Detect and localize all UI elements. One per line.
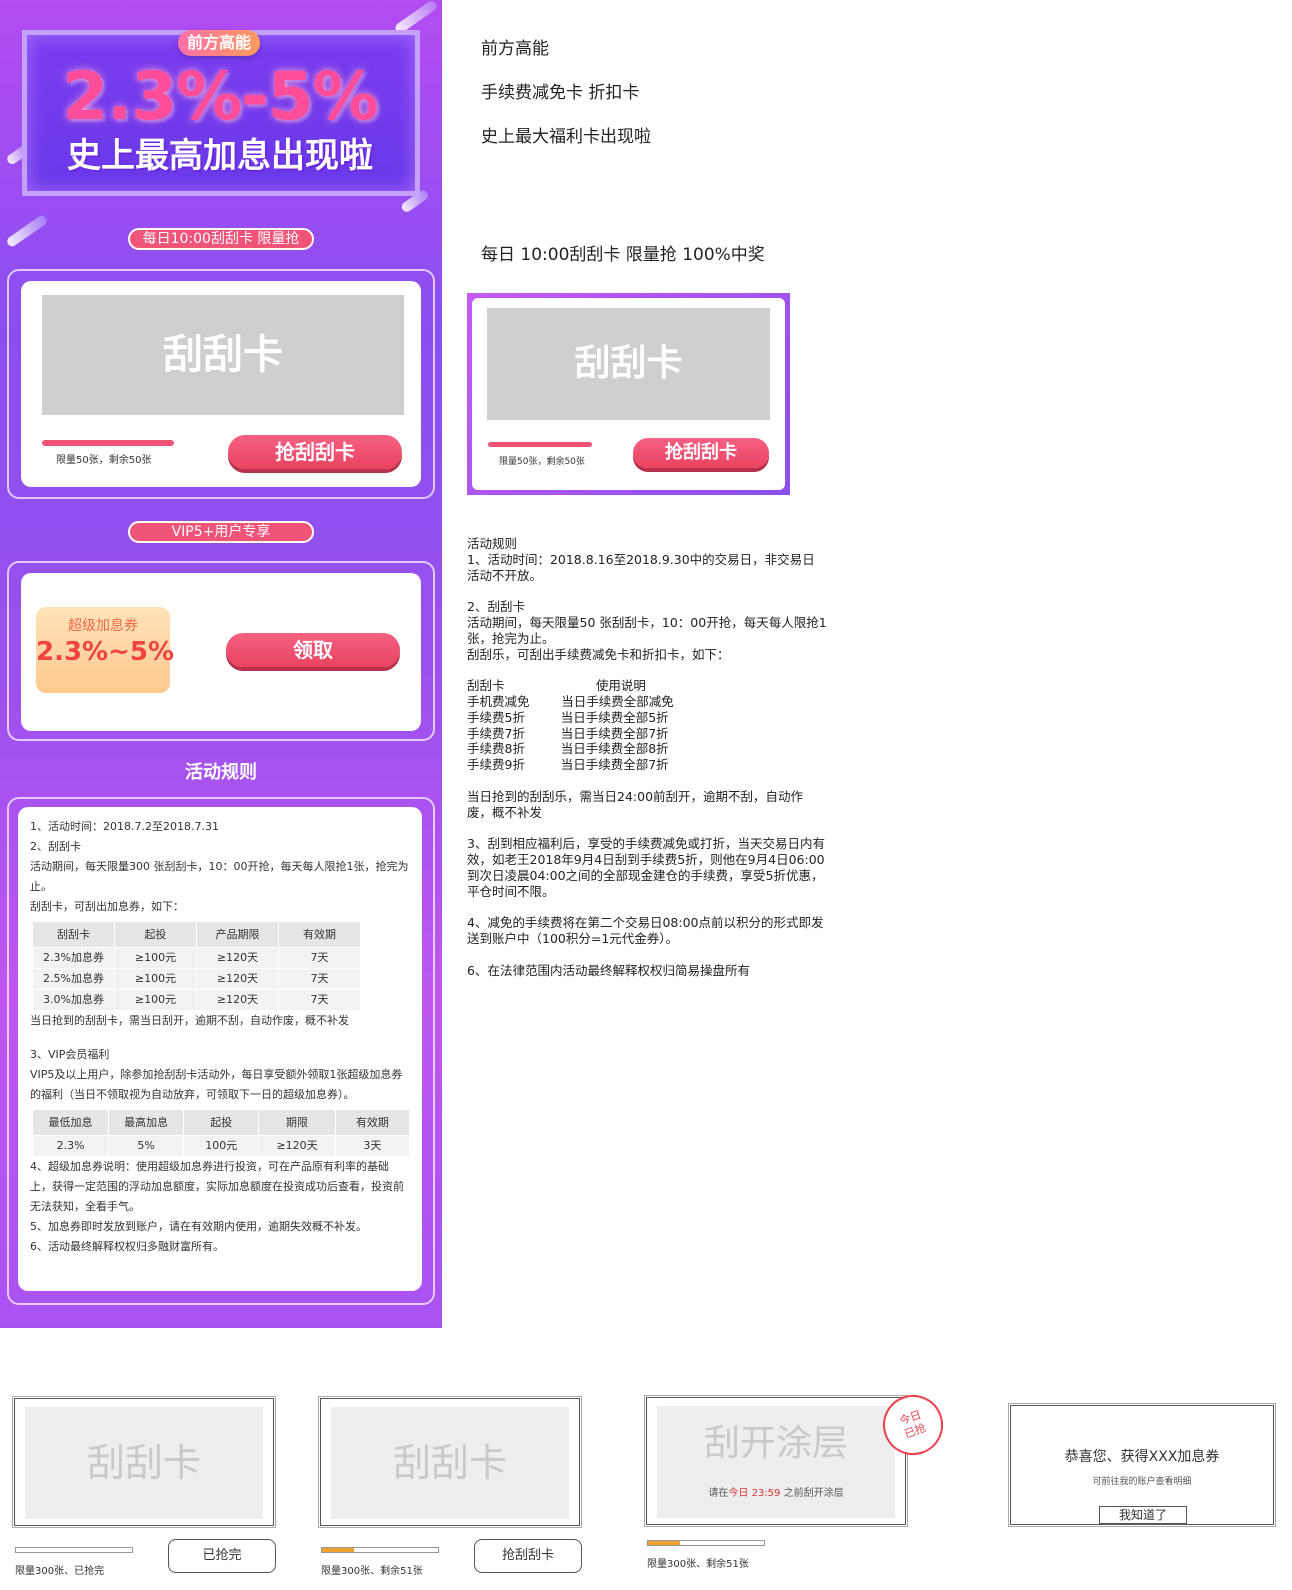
quota-text: 限量50张，剩余50张	[56, 455, 152, 466]
note-line: 手续费减免卡 折扣卡	[481, 83, 640, 103]
table-cell: 2.3%加息券	[32, 947, 115, 969]
coupon-label: 超级加息券	[68, 618, 138, 634]
quota-progress	[15, 1547, 133, 1553]
dialog-subtitle: 可前往我的账户查看明细	[1092, 1477, 1192, 1487]
grab-card-button[interactable]: 抢刮刮卡	[633, 438, 769, 468]
quota-text: 限量300张、已抢完	[15, 1566, 105, 1577]
rules-box: 1、活动时间：2018.7.2至2018.7.31 2、刮刮卡 活动期间，每天限…	[18, 807, 422, 1291]
hint-post: 之前刮开涂层	[783, 1488, 844, 1499]
table-header: 有效期	[278, 921, 361, 948]
grab-card-button[interactable]: 抢刮刮卡	[474, 1539, 582, 1573]
table-cell: 3天	[334, 1135, 411, 1157]
progress-fill	[322, 1548, 355, 1552]
hint-time: 23:59	[748, 1488, 784, 1499]
hint-pre: 请在	[708, 1488, 729, 1499]
quota-progress	[647, 1540, 765, 1546]
hero-badge: 前方高能	[178, 30, 260, 56]
quota-text: 限量300张、剩余51张	[647, 1559, 749, 1570]
quota-progress	[488, 442, 592, 447]
table-cell: 2.5%加息券	[32, 968, 115, 990]
table-cell: ≥120天	[258, 1135, 336, 1157]
dialog-title: 恭喜您、获得XXX加息券	[1064, 1449, 1220, 1465]
note-line: 史上最大福利卡出现啦	[481, 127, 651, 147]
rule-line: 6、活动最终解释权权归多融财富所有。	[30, 1240, 224, 1253]
scratch-area[interactable]: 刮刮卡	[487, 308, 770, 420]
wireframe-card-soldout: 刮刮卡	[14, 1398, 274, 1526]
claim-button[interactable]: 领取	[226, 633, 400, 667]
card-inner: 刮刮卡 限量50张，剩余50张 抢刮刮卡	[472, 298, 785, 490]
table-header: 最高加息	[108, 1109, 185, 1136]
super-coupon: 超级加息券 2.3%~5%	[36, 607, 175, 693]
rule-line: VIP5及以上用户，除参加抢刮刮卡活动外，每日享受额外领取1张超级加息券的福利（…	[30, 1068, 403, 1101]
rule-line: 当日抢到的刮刮卡，需当日刮开，逾期不刮，自动作废，概不补发	[30, 1014, 349, 1027]
scratch-area: 刮刮卡	[25, 1407, 263, 1519]
table-header: 刮刮卡	[32, 921, 115, 948]
promo-page: 前方高能 2.3%-5% 史上最高加息出现啦 每日10:00刮刮卡 限量抢 刮刮…	[0, 0, 442, 1328]
table-header: 起投	[114, 921, 197, 948]
hint-today: 今日	[728, 1488, 749, 1499]
table-cell: 5%	[108, 1135, 185, 1157]
wireframe-card-available: 刮刮卡	[320, 1398, 580, 1526]
quota-text: 限量300张、剩余51张	[321, 1566, 423, 1577]
note-line: 每日 10:00刮刮卡 限量抢 100%中奖	[481, 245, 765, 265]
quota-progress	[321, 1547, 439, 1553]
hero-subtitle: 史上最高加息出现啦	[67, 136, 373, 176]
coupon-value: 2.3%~5%	[36, 637, 175, 667]
progress-fill	[648, 1541, 681, 1545]
table-header: 有效期	[334, 1109, 411, 1136]
ok-button[interactable]: 我知道了	[1099, 1506, 1187, 1524]
scratch-coating[interactable]: 刮开涂层 请在今日 23:59 之前刮开涂层	[657, 1406, 895, 1518]
scratch-card-preview: 刮刮卡 限量50张，剩余50张 抢刮刮卡	[467, 293, 790, 495]
vip-pill: VIP5+用户专享	[128, 521, 314, 543]
scratch-hint: 请在今日 23:59 之前刮开涂层	[657, 1488, 895, 1500]
rule-line: 2、刮刮卡	[30, 840, 81, 853]
table-cell: 7天	[278, 947, 361, 969]
scratch-panel: 刮刮卡 限量50张，剩余50张 抢刮刮卡	[7, 269, 435, 499]
daily-pill: 每日10:00刮刮卡 限量抢	[128, 228, 314, 250]
table-cell: 2.3%	[31, 1135, 110, 1157]
table-cell: 7天	[278, 968, 361, 990]
rules-table-1: 刮刮卡 起投 产品期限 有效期 2.3%加息券 ≥100元 ≥120天 7天 2.5%加息券…	[32, 921, 361, 1011]
quota-progress	[42, 440, 174, 446]
table-cell: ≥120天	[196, 968, 279, 990]
rules-title: 活动规则	[185, 762, 257, 783]
rule-line: 1、活动时间：2018.7.2至2018.7.31	[30, 820, 219, 833]
scratch-panel-inner: 刮刮卡 限量50张，剩余50张 抢刮刮卡	[21, 281, 421, 487]
hero-rate: 2.3%-5%	[62, 58, 379, 135]
note-line: 前方高能	[481, 39, 549, 59]
rule-line: 5、加息券即时发放到账户，请在有效期内使用，逾期失效概不补发。	[30, 1220, 367, 1233]
table-header: 起投	[183, 1109, 260, 1136]
table-header: 期限	[258, 1109, 336, 1136]
coating-label: 刮开涂层	[703, 1423, 848, 1464]
table-cell: 100元	[183, 1135, 260, 1157]
table-cell: 7天	[278, 989, 361, 1011]
grab-card-button[interactable]: 抢刮刮卡	[228, 435, 402, 469]
rule-line: 刮刮卡，可刮出加息券，如下：	[30, 900, 184, 913]
table-header: 产品期限	[196, 921, 279, 948]
scratch-area: 刮刮卡	[331, 1407, 569, 1519]
table-cell: ≥100元	[114, 947, 197, 969]
rule-line: 3、VIP会员福利	[30, 1048, 110, 1061]
table-cell: ≥120天	[196, 947, 279, 969]
rule-line: 活动期间，每天限量300 张刮刮卡，10：00开抢，每天每人限抢1张，抢完为止。	[30, 860, 409, 893]
table-cell: ≥100元	[114, 968, 197, 990]
table-cell: 3.0%加息券	[32, 989, 115, 1011]
scratch-area[interactable]: 刮刮卡	[42, 295, 404, 415]
rule-line: 4、超级加息券说明：使用超级加息券进行投资，可在产品原有利率的基础上，获得一定范…	[30, 1160, 404, 1213]
decor-streak	[5, 213, 49, 249]
soldout-button[interactable]: 已抢完	[168, 1539, 276, 1573]
table-header: 最低加息	[31, 1109, 110, 1136]
wireframe-card-scratch: 刮开涂层 请在今日 23:59 之前刮开涂层	[646, 1397, 906, 1525]
table-cell: ≥120天	[196, 989, 279, 1011]
result-dialog: 恭喜您、获得XXX加息券 可前往我的账户查看明细 我知道了	[1010, 1405, 1274, 1525]
rules-text: 活动规则 1、活动时间：2018.8.16至2018.9.30中的交易日，非交易…	[467, 536, 827, 978]
rules-table-2: 最低加息 最高加息 起投 期限 有效期 2.3% 5% 100元 ≥120天 3天	[31, 1109, 411, 1157]
quota-text: 限量50张，剩余50张	[499, 457, 585, 467]
table-cell: ≥100元	[114, 989, 197, 1011]
